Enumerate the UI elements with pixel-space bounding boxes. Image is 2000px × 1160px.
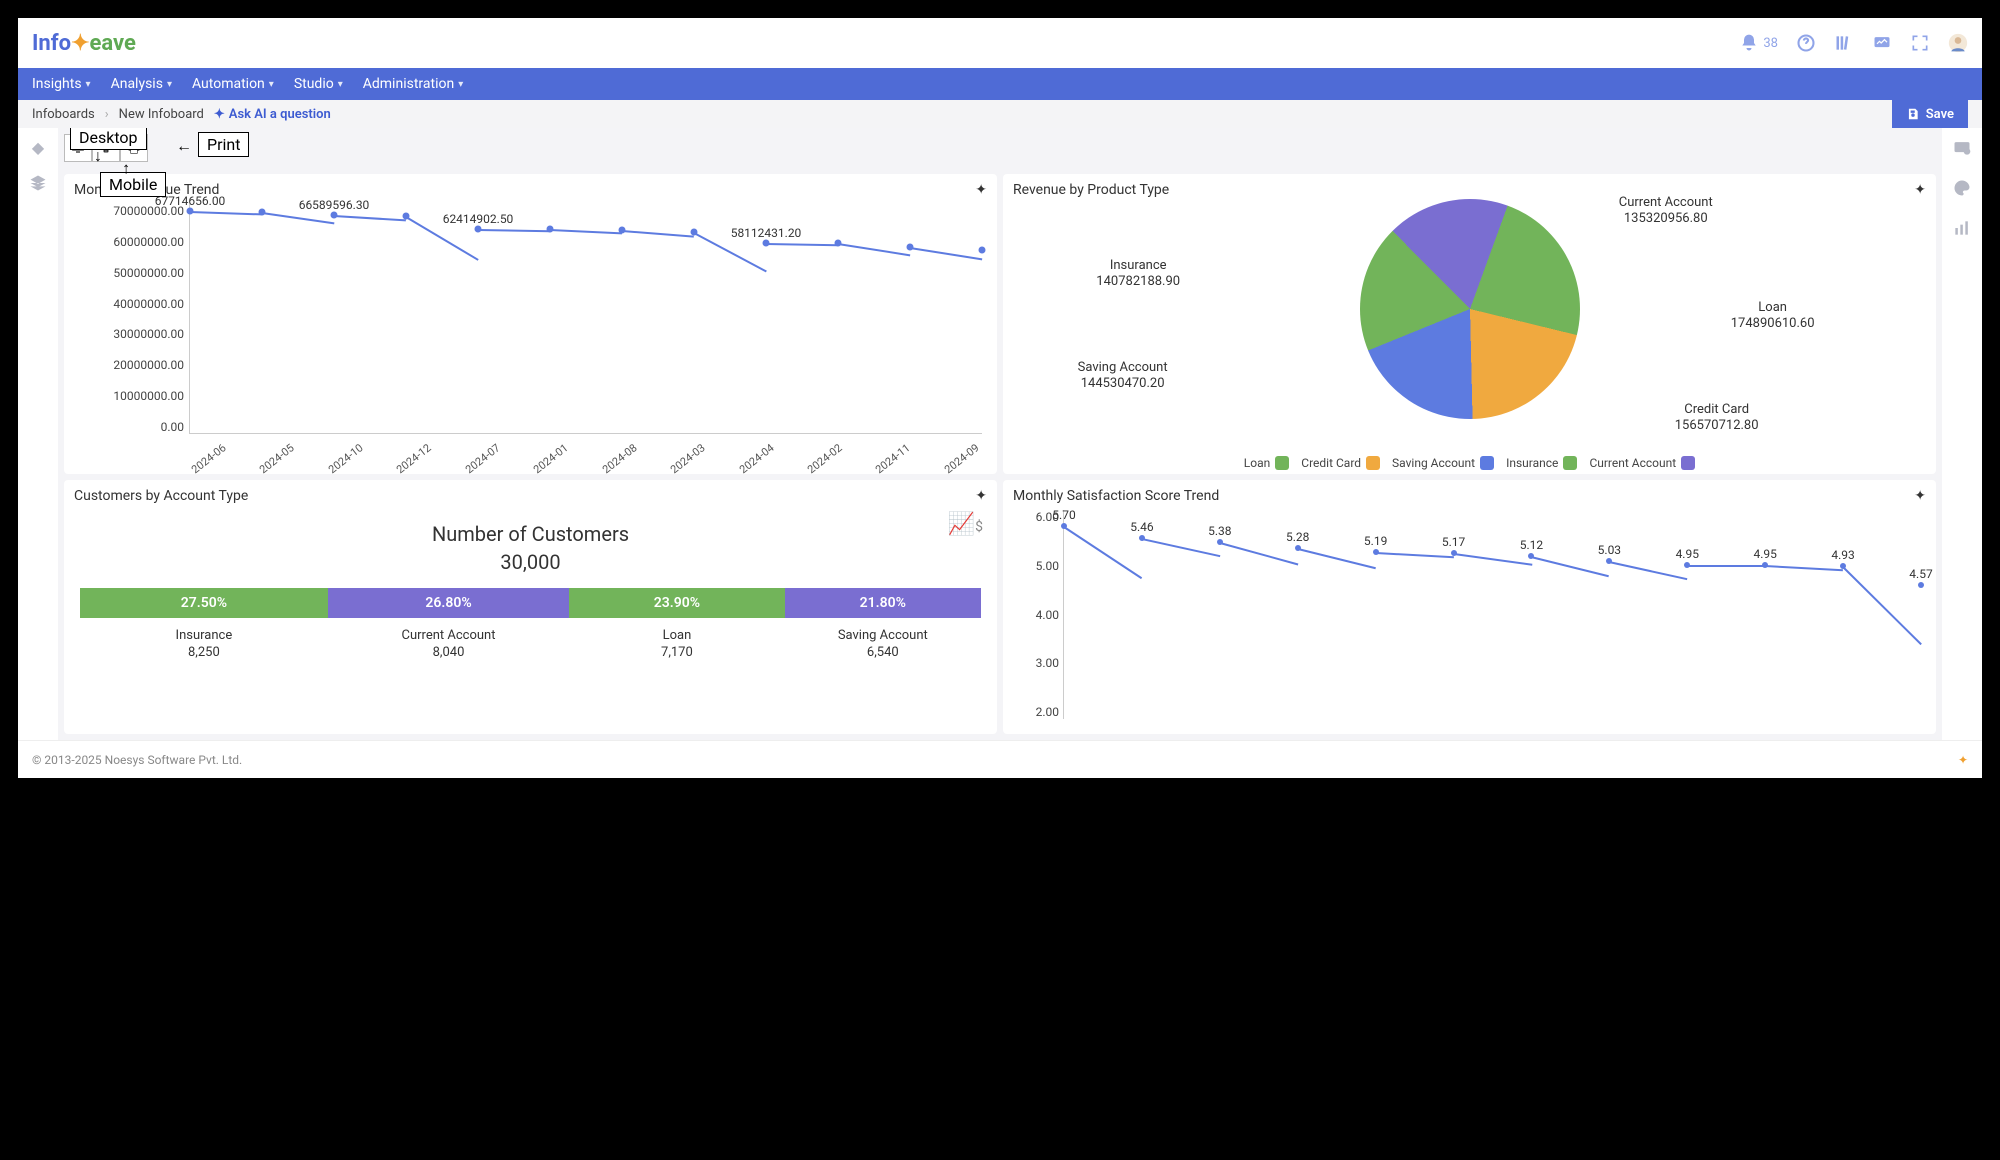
breadcrumb-root[interactable]: Infoboards (32, 107, 95, 122)
save-button[interactable]: Save (1892, 100, 1968, 128)
card-action-icon[interactable]: ✦ (975, 488, 987, 504)
monthly-revenue-chart: 70000000.0060000000.0050000000.004000000… (74, 204, 987, 464)
annotation-print: Print (198, 132, 249, 157)
customers-total: 30,000 (74, 550, 987, 574)
menu-insights[interactable]: Insights▾ (32, 76, 91, 92)
logo-part2: eave (90, 31, 136, 56)
save-label: Save (1926, 107, 1954, 122)
card-title: Monthly Satisfaction Score Trend (1013, 488, 1926, 504)
app-frame: Info✦eave 38 Insights▾ Analysis▾ Automat… (18, 18, 1982, 778)
footer: © 2013-2025 Noesys Software Pvt. Ltd. ✦ (18, 740, 1982, 778)
satisfaction-chart: 6.005.004.003.002.00 5.705.465.385.285.1… (1013, 510, 1926, 724)
breadcrumb-current: New Infoboard (119, 107, 204, 122)
topbar: Info✦eave 38 (18, 18, 1982, 68)
rail-palette-icon[interactable] (1952, 178, 1972, 202)
footer-logo-icon: ✦ (1958, 753, 1968, 767)
rail-chart-icon[interactable] (1952, 218, 1972, 242)
pie-chart (1360, 199, 1580, 419)
annotation-desktop: Desktop (70, 128, 147, 150)
notification-icon[interactable]: 38 (1739, 33, 1778, 53)
card-title: Customers by Account Type (74, 488, 987, 504)
card-monthly-revenue: Monthly Revenue Trend ✦ 70000000.0060000… (64, 174, 997, 474)
right-rail (1942, 128, 1982, 740)
card-revenue-product: Revenue by Product Type ✦ LoanCredit Car… (1003, 174, 1936, 474)
notification-count: 38 (1763, 36, 1778, 51)
menu-automation[interactable]: Automation▾ (192, 76, 274, 92)
breadcrumb-bar: Infoboards › New Infoboard ✦Ask AI a que… (18, 100, 1982, 128)
card-satisfaction: Monthly Satisfaction Score Trend ✦ 6.005… (1003, 480, 1936, 734)
menu-administration[interactable]: Administration▾ (363, 76, 463, 92)
card-title: Revenue by Product Type (1013, 182, 1926, 198)
card-action-icon[interactable]: ✦ (975, 182, 987, 198)
library-icon[interactable] (1834, 33, 1854, 53)
card-action-icon[interactable]: ✦ (1914, 488, 1926, 504)
canvas: Desktop ↓ Mobile ↓ Print ← Monthly Reven… (58, 128, 1942, 740)
logo-part1: Info (32, 31, 71, 56)
menu-analysis[interactable]: Analysis▾ (111, 76, 172, 92)
customers-heading: Number of Customers (74, 522, 987, 546)
rail-widgets-icon[interactable] (1952, 138, 1972, 162)
arrow-up-icon: ↓ (122, 160, 130, 180)
dashboard-grid: Monthly Revenue Trend ✦ 70000000.0060000… (64, 174, 1936, 734)
ask-ai-button[interactable]: ✦Ask AI a question (214, 107, 331, 122)
footer-copyright: © 2013-2025 Noesys Software Pvt. Ltd. (32, 753, 242, 767)
card-action-icon[interactable]: ✦ (1914, 182, 1926, 198)
menubar: Insights▾ Analysis▾ Automation▾ Studio▾ … (18, 68, 1982, 100)
menu-studio[interactable]: Studio▾ (294, 76, 343, 92)
rail-shapes-icon[interactable]: ◆ (32, 138, 44, 157)
avatar[interactable] (1948, 33, 1968, 53)
monitor-icon[interactable] (1872, 33, 1892, 53)
card-customers: Customers by Account Type ✦ 📈$ Number of… (64, 480, 997, 734)
fullscreen-icon[interactable] (1910, 33, 1930, 53)
trend-dollar-icon: 📈$ (948, 512, 983, 537)
arrow-down-icon: ↓ (94, 146, 102, 166)
customers-segment-labels: Insurance8,250Current Account8,040Loan7,… (80, 628, 981, 660)
breadcrumb-separator: › (105, 107, 109, 122)
left-rail: ◆ (18, 128, 58, 740)
rail-layers-icon[interactable] (28, 173, 48, 197)
pie-legend: LoanCredit CardSaving AccountInsuranceCu… (1003, 456, 1936, 470)
body: ◆ Desktop ↓ Mobile ↓ Print ← Monthly Rev… (18, 128, 1982, 740)
arrow-left-icon: ← (176, 136, 192, 156)
logo-icon: ✦ (71, 31, 89, 56)
logo[interactable]: Info✦eave (32, 31, 136, 56)
customers-segment-bar: 27.50%26.80%23.90%21.80% (80, 588, 981, 618)
top-icons: 38 (1739, 33, 1968, 53)
annotation-mobile: Mobile (100, 172, 166, 197)
help-icon[interactable] (1796, 33, 1816, 53)
